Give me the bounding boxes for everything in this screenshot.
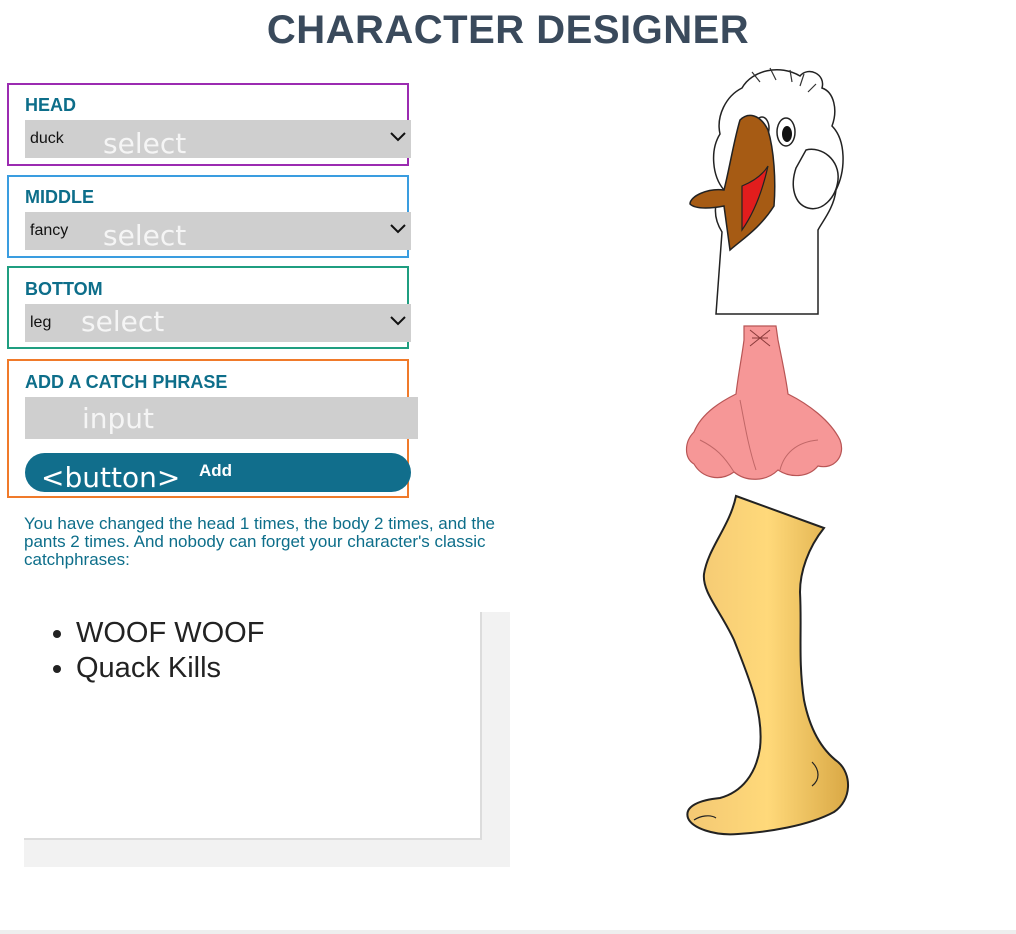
leg-image bbox=[686, 494, 850, 836]
fancy-dress-image bbox=[685, 325, 843, 480]
bottom-bar bbox=[0, 930, 1016, 934]
character-figure bbox=[685, 67, 850, 836]
duck-head-image bbox=[689, 67, 844, 315]
